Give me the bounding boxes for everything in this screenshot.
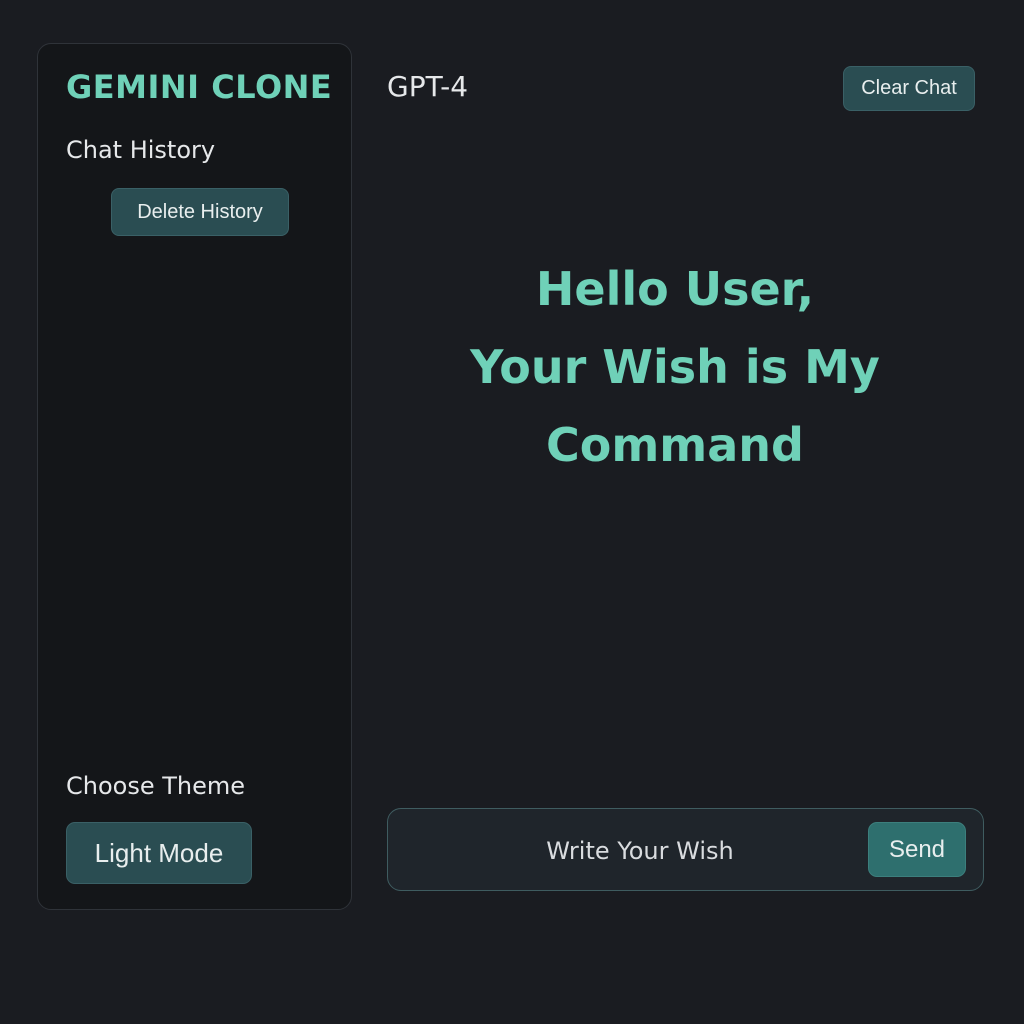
app-brand-title: GEMINI CLONE — [66, 68, 333, 106]
greeting-line: Command — [546, 418, 804, 472]
choose-theme-heading: Choose Theme — [66, 772, 246, 800]
clear-chat-button[interactable]: Clear Chat — [843, 66, 975, 111]
delete-history-button[interactable]: Delete History — [111, 188, 289, 236]
light-mode-button[interactable]: Light Mode — [66, 822, 252, 884]
model-label: GPT-4 — [387, 70, 469, 103]
wish-input[interactable] — [408, 821, 872, 881]
greeting-line: Your Wish is My — [470, 340, 880, 394]
sidebar: GEMINI CLONE Chat History Delete History… — [37, 43, 352, 910]
message-composer: Send — [387, 808, 984, 891]
send-button[interactable]: Send — [868, 822, 966, 877]
greeting-message: Hello User, Your Wish is My Command — [440, 250, 910, 484]
greeting-line: Hello User, — [535, 262, 815, 316]
app-window: GEMINI CLONE Chat History Delete History… — [0, 0, 1024, 1024]
chat-history-heading: Chat History — [66, 136, 216, 164]
